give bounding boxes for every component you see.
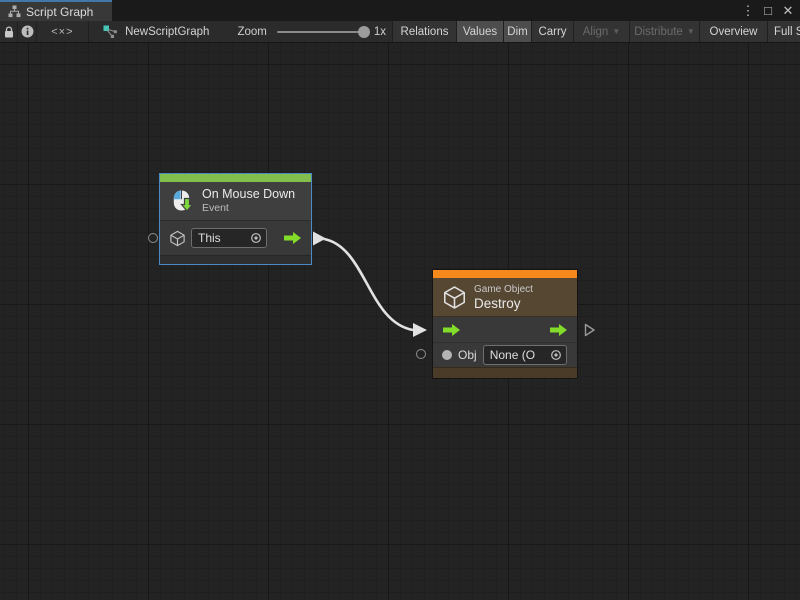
node-accent-stripe [160,174,311,182]
game-object-cube-icon [442,285,467,310]
graph-canvas[interactable] [0,43,800,600]
destroy-obj-outer-port[interactable] [416,349,426,359]
graph-breadcrumb[interactable]: NewScriptGraph [89,21,219,42]
flow-output-port[interactable] [283,231,302,245]
node-port-row: This [160,221,311,255]
code-view-icon: <×> [51,26,73,38]
carry-button[interactable]: Carry [531,21,573,42]
graph-toolbar: <×> NewScriptGraph Zoom 1x Relations Val… [0,21,800,43]
event-target-input-port[interactable] [148,233,158,243]
graph-name: NewScriptGraph [125,26,209,38]
dim-button[interactable]: Dim [503,21,531,42]
window-controls: ⋮ □ ✕ [738,0,798,21]
obj-input-port[interactable] [442,350,452,360]
target-value: This [198,231,250,245]
tab-title: Script Graph [26,5,93,19]
zoom-value: 1x [374,26,386,38]
node-flow-row [433,317,577,342]
node-footer [160,255,311,264]
node-accent-stripe [433,270,577,278]
script-graph-window: Script Graph ⋮ □ ✕ <×> [0,0,800,600]
node-input-row: Obj None (O [433,342,577,367]
node-category: Game Object [474,283,533,296]
cube-icon [169,230,186,247]
distribute-dropdown[interactable]: Distribute ▼ [629,21,699,42]
zoom-control: Zoom 1x [237,21,392,42]
node-subtitle: Event [202,202,295,215]
node-title: Destroy [474,296,533,311]
overview-button[interactable]: Overview [699,21,767,42]
flow-input-port[interactable] [442,323,461,337]
node-footer [433,367,577,378]
obj-value-field[interactable]: None (O [483,345,567,365]
lock-button[interactable] [0,21,18,42]
node-header-text: Game Object Destroy [474,283,533,311]
close-icon[interactable]: ✕ [778,1,798,20]
dropdown-arrow-icon: ▼ [612,27,620,36]
node-on-mouse-down[interactable]: On Mouse Down Event This [159,173,312,265]
zoom-slider[interactable] [277,31,365,33]
zoom-slider-handle[interactable] [358,26,370,38]
relations-button[interactable]: Relations [392,21,456,42]
fullscreen-button[interactable]: Full S [767,21,800,42]
tab-script-graph[interactable]: Script Graph [0,0,112,21]
zoom-label: Zoom [237,26,266,38]
node-header[interactable]: On Mouse Down Event [160,182,311,221]
script-graph-asset-icon [103,25,119,39]
node-destroy[interactable]: Game Object Destroy Obj None (O [432,269,578,379]
align-dropdown[interactable]: Align ▼ [573,21,629,42]
obj-port-label: Obj [458,348,477,362]
flow-continue-triangle-icon[interactable] [584,323,596,337]
node-title: On Mouse Down [202,187,295,202]
mouse-down-event-icon [169,188,195,214]
window-menu-icon[interactable]: ⋮ [738,1,758,20]
flow-output-port[interactable] [549,323,568,337]
obj-value: None (O [490,348,550,362]
code-view-button[interactable]: <×> [37,21,89,42]
tab-bar: Script Graph ⋮ □ ✕ [0,0,800,21]
dropdown-arrow-icon: ▼ [687,27,695,36]
object-picker-icon[interactable] [550,349,562,361]
target-value-field[interactable]: This [191,228,267,248]
node-header[interactable]: Game Object Destroy [433,278,577,317]
toolbar-toggle-buttons: Relations Values Dim Carry Align ▼ Distr… [392,21,800,42]
info-button[interactable] [18,21,36,42]
maximize-icon[interactable]: □ [758,1,778,20]
info-icon [21,25,34,38]
node-header-text: On Mouse Down Event [202,187,295,215]
values-button[interactable]: Values [456,21,503,42]
graph-hierarchy-icon [8,5,21,18]
object-picker-icon[interactable] [250,232,262,244]
lock-icon [3,25,15,39]
